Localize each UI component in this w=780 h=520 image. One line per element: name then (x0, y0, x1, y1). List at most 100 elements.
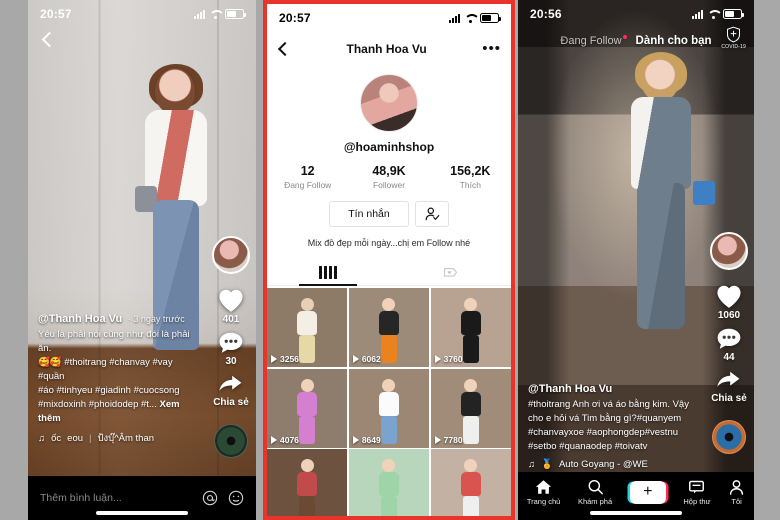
caption-username[interactable]: @Thanh Hoa Vu (528, 383, 698, 395)
back-chevron-icon[interactable] (277, 42, 291, 56)
caption-line-4[interactable]: #setbo #quanaodep #toivatv (528, 440, 698, 454)
like-button[interactable]: 1060 (715, 284, 743, 321)
nav-label: Khám phá (577, 496, 613, 506)
share-arrow-icon (717, 371, 740, 387)
share-label: Chia sẻ (213, 397, 249, 408)
medal-icon: 🏅 (541, 459, 553, 470)
caption-username[interactable]: @Thanh Hoa Vu · 3 ngày trước (38, 313, 200, 325)
profile-handle: @hoaminhshop (343, 140, 435, 154)
left-action-rail: 401 30 Chia sẻ (212, 236, 250, 458)
music-note-icon: ♫ (38, 433, 46, 444)
video-grid-cell[interactable]: 8649 (348, 368, 430, 448)
tab-label: Đang Follow (560, 35, 622, 47)
share-button[interactable]: Chia sẻ (711, 369, 747, 404)
back-chevron-icon[interactable] (40, 32, 56, 48)
profile-bio: Mix đồ đẹp mỗi ngày...chị em Follow nhé (307, 238, 471, 248)
like-button[interactable]: 401 (217, 288, 245, 325)
nav-item-inbox[interactable]: Hộp thư (683, 479, 711, 506)
nav-item-profile[interactable]: Tôi (728, 479, 745, 506)
caption-text: #thoitrang Anh ơi vá áo bằng kim. Vậy ch… (528, 398, 698, 454)
comment-button[interactable]: 30 (218, 331, 244, 367)
nav-item-home[interactable]: Trang chủ (527, 479, 560, 506)
caption-time: · 3 ngày trước (125, 314, 185, 324)
play-icon (352, 355, 359, 363)
nav-label: Hộp thư (683, 496, 711, 506)
right-status-bar: 20:56 (518, 0, 754, 28)
left-status-bar: 20:57 (28, 0, 256, 28)
stat-likes[interactable]: 156,2K Thích (430, 164, 511, 190)
caption-line-2[interactable]: cho e hỏi vá Tim bằng gì?#quanyem (528, 412, 698, 426)
video-views: 3760 (434, 354, 463, 364)
at-mention-icon[interactable] (202, 490, 218, 506)
stat-label: Đang Follow (284, 180, 332, 190)
profile-actions: Tín nhắn (267, 201, 511, 227)
caption-line-4[interactable]: #mixdoxinh #phoidodep #t... Xem thêm (38, 398, 200, 426)
caption-line-3[interactable]: #chanvayxoe #aophongdep#vestnu (528, 426, 698, 440)
grid-posts-icon (319, 265, 337, 279)
stat-value: 12 (300, 164, 315, 178)
search-icon (588, 479, 603, 494)
covid-label: COVID-19 (721, 44, 746, 50)
music-text-b: eou (67, 433, 84, 444)
signal-bars-icon (449, 13, 460, 23)
comment-button[interactable]: 44 (716, 327, 742, 363)
music-disc-icon[interactable] (214, 424, 248, 458)
video-grid-cell[interactable] (430, 449, 511, 516)
tab-for-you[interactable]: Dành cho bạn (636, 35, 712, 47)
right-action-rail: 1060 44 Chia sẻ (710, 232, 748, 454)
add-user-button[interactable] (415, 201, 449, 227)
profile-avatar[interactable] (360, 74, 418, 132)
status-time: 20:57 (279, 11, 311, 25)
caption-line-2[interactable]: 🥰🥰 #thoitrang #chanvay #vay #quần (38, 356, 200, 384)
tab-posts[interactable] (267, 259, 389, 286)
video-grid-cell[interactable] (348, 449, 430, 516)
nav-item-create[interactable]: + (629, 480, 666, 504)
video-views: 4076 (271, 435, 299, 445)
signal-bars-icon (194, 9, 205, 19)
covid-info-button[interactable]: COVID-19 (721, 26, 746, 50)
stat-followers[interactable]: 48,9K Follower (348, 164, 429, 190)
shield-icon (727, 26, 741, 43)
tab-following[interactable]: Đang Follow (560, 35, 627, 47)
signal-bars-icon (692, 9, 703, 19)
heart-icon (219, 289, 243, 312)
video-grid-cell[interactable] (267, 449, 348, 516)
comment-count: 30 (225, 356, 237, 367)
creator-avatar[interactable] (710, 232, 748, 270)
video-grid-cell[interactable]: 7780 (430, 368, 511, 448)
caption-line-3[interactable]: #áo #tinhyeu #giadinh #cuocsong (38, 384, 200, 398)
music-text-a: ốc (51, 433, 62, 444)
battery-icon (225, 9, 246, 19)
plus-icon[interactable]: + (629, 480, 666, 504)
mid-status-bar: 20:57 (267, 4, 511, 32)
comment-bubble-icon (717, 328, 741, 349)
inbox-icon (689, 480, 705, 493)
video-grid-cell[interactable]: 4076 (267, 368, 348, 448)
nav-item-discover[interactable]: Khám phá (578, 479, 612, 506)
video-grid-cell[interactable]: 3256 (267, 288, 348, 367)
share-button[interactable]: Chia sẻ (213, 373, 249, 408)
right-music-row[interactable]: ♫ 🏅 Auto Goyang - @WE (528, 459, 698, 470)
left-music-row[interactable]: ♫ ốc eou | ป้งบุ๊^Âm than (38, 431, 200, 446)
emoji-smiley-icon[interactable] (228, 490, 244, 506)
stat-following[interactable]: 12 Đang Follow (267, 164, 348, 190)
message-button[interactable]: Tín nhắn (329, 201, 409, 227)
creator-avatar[interactable] (212, 236, 250, 274)
battery-icon (480, 13, 501, 23)
stat-label: Thích (459, 180, 481, 190)
like-count: 1060 (717, 310, 741, 321)
caption-text: Yêu là phải nói cũng như đói là phải ăn.… (38, 328, 200, 426)
left-phone-panel: 20:57 401 30 Chia sẻ @Thanh Hoa Vu · 3 n… (28, 0, 256, 520)
profile-icon (730, 479, 744, 495)
more-dots-icon[interactable]: ••• (482, 41, 501, 56)
liked-heart-tag-icon (443, 267, 457, 277)
music-disc-icon[interactable] (712, 420, 746, 454)
music-text-c: ป้งบุ๊^Âm than (97, 433, 155, 444)
comment-input[interactable]: Thêm bình luận... (40, 492, 192, 504)
video-grid-cell[interactable]: 3760 (430, 288, 511, 367)
tab-liked[interactable] (389, 259, 511, 285)
caption-line-1[interactable]: #thoitrang Anh ơi vá áo bằng kim. Vậy (528, 398, 698, 412)
video-grid-cell[interactable]: 6062 (348, 288, 430, 367)
like-count: 401 (222, 314, 240, 325)
comment-bubble-icon (219, 332, 243, 353)
